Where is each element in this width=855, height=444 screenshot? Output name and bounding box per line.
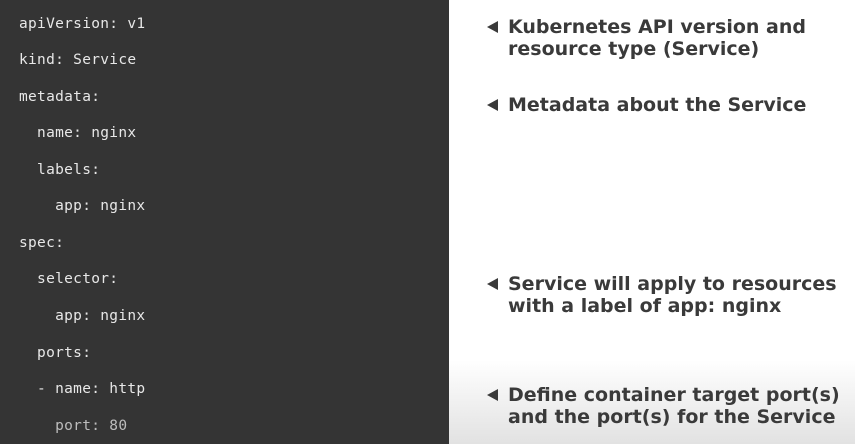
slide: apiVersion: v1 kind: Service metadata: n…	[0, 0, 855, 444]
left-triangle-icon	[487, 21, 498, 33]
annotation-text: Kubernetes API version and resource type…	[508, 16, 806, 60]
annotation-ports: Define container target port(s) and the …	[487, 384, 847, 428]
left-triangle-icon	[487, 99, 498, 111]
code-line: apiVersion: v1	[19, 16, 146, 32]
code-line: name: nginx	[19, 125, 137, 141]
annotation-selector: Service will apply to resources with a l…	[487, 273, 847, 317]
annotation-text: Service will apply to resources with a l…	[508, 273, 837, 317]
annotation-api-version: Kubernetes API version and resource type…	[487, 16, 847, 60]
code-line: spec:	[19, 235, 65, 251]
code-line: port: 80	[19, 418, 128, 434]
code-line: app: nginx	[19, 198, 146, 214]
notes-panel	[449, 0, 855, 444]
annotation-text: Define container target port(s) and the …	[508, 384, 840, 428]
left-triangle-icon	[487, 389, 498, 401]
code-line: labels:	[19, 162, 101, 178]
code-line: selector:	[19, 271, 119, 287]
code-panel: apiVersion: v1 kind: Service metadata: n…	[0, 0, 449, 444]
code-line: ports:	[19, 345, 92, 361]
annotation-text: Metadata about the Service	[508, 94, 807, 116]
code-line: metadata:	[19, 89, 101, 105]
code-line: app: nginx	[19, 308, 146, 324]
left-triangle-icon	[487, 278, 498, 290]
code-line: - name: http	[19, 381, 146, 397]
code-line: kind: Service	[19, 52, 137, 68]
annotation-metadata: Metadata about the Service	[487, 94, 847, 116]
